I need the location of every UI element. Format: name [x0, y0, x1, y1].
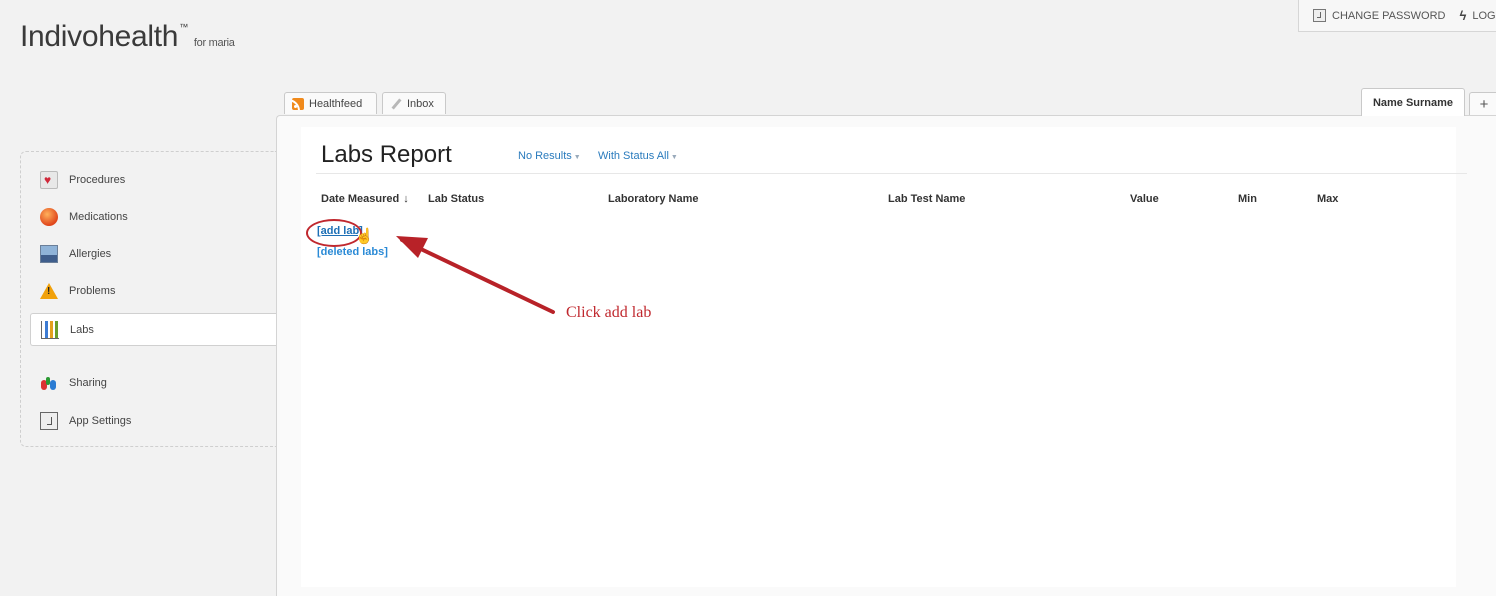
- header-divider: [316, 173, 1467, 174]
- rss-icon: [292, 97, 304, 110]
- column-header-label: Lab Status: [428, 193, 485, 205]
- trademark-mark: ™: [179, 22, 188, 32]
- tab-healthfeed-label: Healthfeed: [309, 97, 363, 110]
- annotation-label: Click add lab: [566, 304, 652, 321]
- deleted-labs-link[interactable]: [deleted labs]: [317, 246, 388, 258]
- chevron-down-icon: ▼: [670, 154, 678, 161]
- column-header-label: Value: [1130, 193, 1159, 205]
- app-settings-icon: [40, 412, 58, 430]
- column-max[interactable]: Max: [1317, 193, 1338, 205]
- sidebar-item-label: App Settings: [69, 415, 132, 427]
- brand-logo[interactable]: Indivohealth™ for maria: [20, 20, 235, 54]
- sharing-icon: [40, 374, 58, 392]
- problems-icon: [40, 283, 58, 299]
- logout-bolt-icon: ϟ: [1459, 8, 1467, 23]
- sidebar-item-label: Allergies: [69, 248, 112, 260]
- sort-down-arrow-icon: ↓: [403, 193, 409, 205]
- settings-box-icon: [1313, 9, 1326, 22]
- tab-person-label: Name Surname: [1372, 96, 1454, 109]
- column-date-measured[interactable]: Date Measured ↓: [321, 193, 409, 205]
- sidebar-item-label: Medications: [69, 211, 128, 223]
- account-bar: CHANGE PASSWORD ϟ LOGOUT: [1298, 0, 1496, 32]
- sidebar-item-sharing[interactable]: Sharing: [30, 367, 276, 399]
- app-frame: Indivohealth™ for maria CHANGE PASSWORD ϟ…: [0, 0, 1496, 596]
- change-password-button[interactable]: CHANGE PASSWORD: [1313, 9, 1445, 22]
- sidebar-item-medications[interactable]: Medications: [30, 201, 276, 233]
- sidebar-item-problems[interactable]: Problems: [30, 275, 276, 307]
- column-header-label: Max: [1317, 193, 1339, 205]
- sidebar-item-labs[interactable]: Labs: [30, 313, 276, 346]
- sidebar-item-label: Procedures: [69, 174, 126, 186]
- results-filter-dropdown[interactable]: No Results ▼: [518, 150, 581, 162]
- status-filter-dropdown[interactable]: With Status All ▼: [598, 150, 678, 162]
- sidebar-item-procedures[interactable]: Procedures: [30, 164, 276, 196]
- sidebar-item-label: Problems: [69, 285, 116, 297]
- sidebar-item-label: Labs: [70, 323, 94, 336]
- hand-cursor-icon: ☝: [355, 228, 374, 245]
- column-header-label: Lab Test Name: [888, 193, 966, 205]
- brand-name: Indivohealth: [20, 20, 179, 53]
- page-title: Labs Report: [321, 141, 452, 168]
- procedures-icon: [40, 171, 58, 189]
- logout-label: LOGOUT: [1472, 9, 1496, 22]
- column-value[interactable]: Value: [1130, 193, 1159, 205]
- column-lab-test-name[interactable]: Lab Test Name: [888, 193, 965, 205]
- inbox-icon: [390, 98, 402, 110]
- results-filter-label: No Results: [518, 150, 572, 162]
- column-lab-status[interactable]: Lab Status: [428, 193, 484, 205]
- plus-icon: +: [1479, 96, 1489, 113]
- tab-person-record[interactable]: Name Surname: [1361, 88, 1465, 116]
- tab-inbox[interactable]: Inbox: [382, 92, 446, 114]
- brand-user: for maria: [193, 37, 235, 49]
- allergies-icon: [40, 245, 58, 263]
- tab-healthfeed[interactable]: Healthfeed: [284, 92, 377, 114]
- status-filter-label: With Status All: [598, 150, 669, 162]
- column-min[interactable]: Min: [1238, 193, 1257, 205]
- column-header-label: Min: [1238, 193, 1257, 205]
- column-header-label: Date Measured: [321, 193, 400, 205]
- sidebar-item-app-settings[interactable]: App Settings: [30, 405, 276, 437]
- labs-icon: [41, 320, 59, 339]
- change-password-label: CHANGE PASSWORD: [1332, 9, 1446, 22]
- column-laboratory-name[interactable]: Laboratory Name: [608, 193, 698, 205]
- tab-inbox-label: Inbox: [407, 97, 434, 110]
- sidebar-item-label: Sharing: [69, 377, 107, 389]
- logout-button[interactable]: ϟ LOGOUT: [1459, 8, 1496, 23]
- sidebar-item-allergies[interactable]: Allergies: [30, 238, 276, 270]
- column-header-label: Laboratory Name: [608, 193, 699, 205]
- add-tab-button[interactable]: +: [1469, 92, 1496, 116]
- medications-icon: [40, 208, 58, 226]
- highlight-ellipse: [306, 219, 362, 247]
- chevron-down-icon: ▼: [573, 154, 581, 161]
